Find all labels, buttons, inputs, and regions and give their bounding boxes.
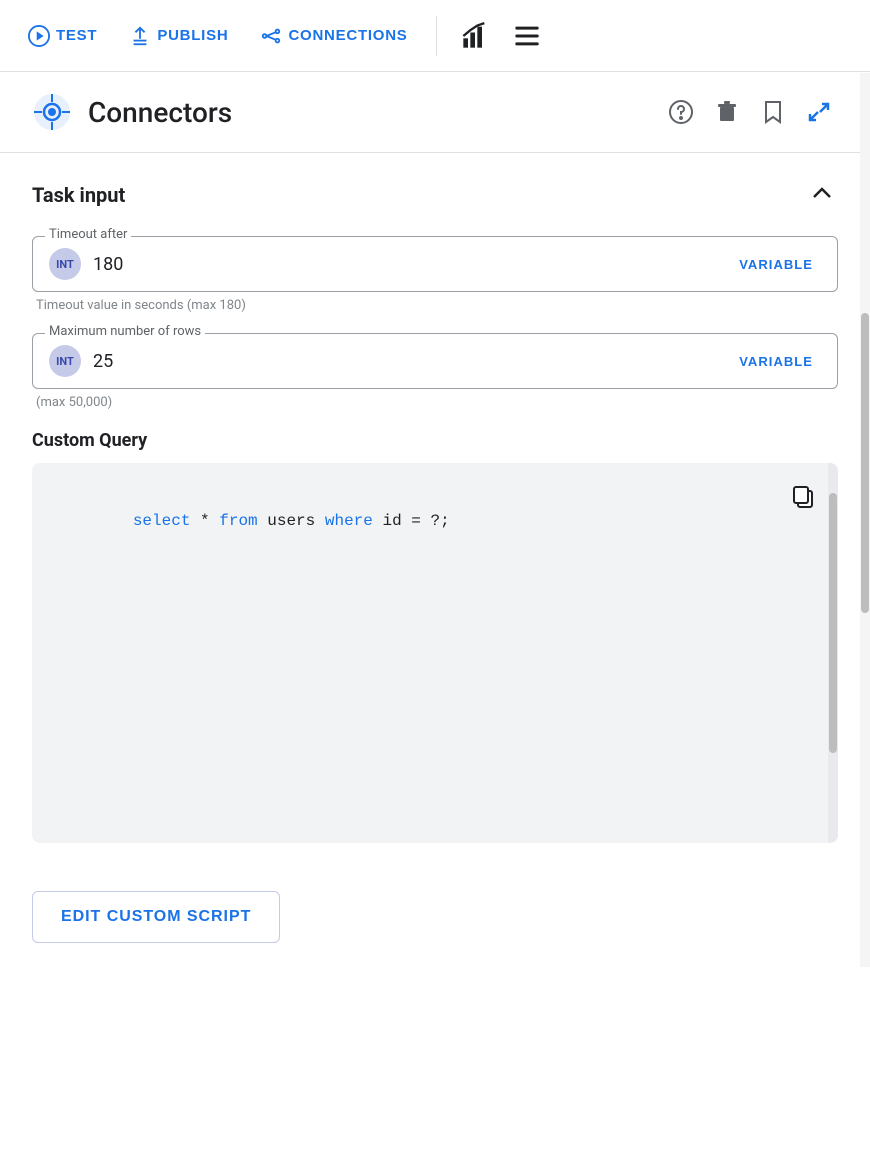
max-rows-variable-button[interactable]: VARIABLE <box>731 350 821 373</box>
page-scrollbar-thumb <box>861 313 869 613</box>
expand-button[interactable] <box>800 93 838 131</box>
code-line-1: select * from users where id = ?; <box>56 483 814 560</box>
help-icon <box>668 99 694 125</box>
publish-button[interactable]: PUBLISH <box>117 17 240 55</box>
code-block[interactable]: select * from users where id = ?; <box>32 463 838 843</box>
keyword-select: select <box>133 512 191 530</box>
max-rows-value[interactable]: 25 <box>93 351 731 372</box>
menu-icon <box>513 22 541 50</box>
bookmark-button[interactable] <box>754 93 792 131</box>
keyword-from: from <box>219 512 257 530</box>
top-nav: TEST PUBLISH CONNECTIONS <box>0 0 870 72</box>
timeout-variable-button[interactable]: VARIABLE <box>731 253 821 276</box>
menu-button[interactable] <box>505 14 549 58</box>
scrollbar-thumb <box>829 493 837 753</box>
test-button[interactable]: TEST <box>16 17 109 55</box>
section-title: Task input <box>32 183 125 207</box>
max-rows-field-wrapper: Maximum number of rows INT 25 VARIABLE <box>32 333 838 389</box>
page-title: Connectors <box>88 96 232 129</box>
timeout-label: Timeout after <box>45 227 131 242</box>
connectors-header-icon <box>32 92 72 132</box>
analytics-icon <box>461 22 489 50</box>
scrollbar-track[interactable] <box>828 463 838 843</box>
timeout-field-group: Timeout after INT 180 VARIABLE Timeout v… <box>32 236 838 313</box>
analytics-button[interactable] <box>453 14 497 58</box>
nav-divider <box>436 16 437 56</box>
connections-icon <box>260 25 282 47</box>
trash-icon <box>714 99 740 125</box>
code-star: * <box>190 512 219 530</box>
main-content: Task input Timeout after INT 180 VARIABL… <box>0 153 870 867</box>
expand-icon <box>806 99 832 125</box>
header-actions <box>662 93 838 131</box>
max-rows-field-inner: INT 25 VARIABLE <box>33 334 837 388</box>
bookmark-icon <box>760 99 786 125</box>
timeout-field-inner: INT 180 VARIABLE <box>33 237 837 291</box>
keyword-where: where <box>325 512 373 530</box>
timeout-field-wrapper: Timeout after INT 180 VARIABLE <box>32 236 838 292</box>
page-scrollbar[interactable] <box>860 73 870 967</box>
delete-button[interactable] <box>708 93 746 131</box>
code-condition: id = ?; <box>373 512 450 530</box>
custom-query-title: Custom Query <box>32 430 838 451</box>
bottom-actions: EDIT CUSTOM SCRIPT <box>0 867 870 967</box>
page-header: Connectors <box>0 72 870 153</box>
timeout-value[interactable]: 180 <box>93 254 731 275</box>
copy-button[interactable] <box>786 479 822 518</box>
timeout-type-badge: INT <box>49 248 81 280</box>
max-rows-hint: (max 50,000) <box>32 395 838 410</box>
max-rows-field-group: Maximum number of rows INT 25 VARIABLE (… <box>32 333 838 410</box>
header-left: Connectors <box>32 92 662 132</box>
publish-icon <box>129 25 151 47</box>
edit-custom-script-button[interactable]: EDIT CUSTOM SCRIPT <box>32 891 280 943</box>
max-rows-type-badge: INT <box>49 345 81 377</box>
help-button[interactable] <box>662 93 700 131</box>
timeout-hint: Timeout value in seconds (max 180) <box>32 298 838 313</box>
max-rows-label: Maximum number of rows <box>45 324 205 339</box>
play-icon <box>28 25 50 47</box>
copy-icon <box>790 483 818 511</box>
task-input-header: Task input <box>32 177 838 212</box>
code-users: users <box>258 512 325 530</box>
connections-button[interactable]: CONNECTIONS <box>248 17 419 55</box>
collapse-button[interactable] <box>806 177 838 212</box>
chevron-up-icon <box>810 181 834 205</box>
